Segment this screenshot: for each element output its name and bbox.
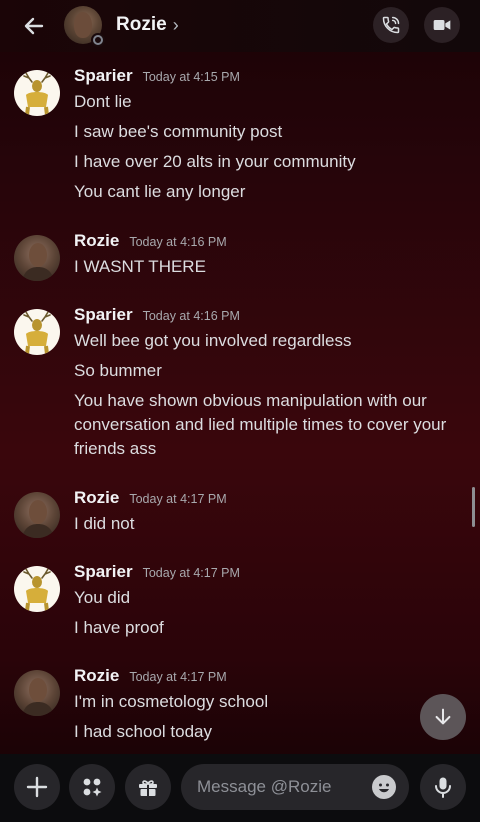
timestamp: Today at 4:16 PM [129,235,227,249]
message-text: I did not [74,514,135,533]
attach-button[interactable] [14,764,60,810]
message-text: conversation and lied multiple times to … [74,415,447,434]
gift-button[interactable] [125,764,171,810]
message-text: friends ass [74,439,157,458]
gift-icon [139,780,157,796]
message-text: You did [74,588,131,607]
arrow-left-icon [24,17,44,35]
chevron-right-icon: › [172,14,179,35]
phone-call-icon [382,16,400,34]
top-bar: Rozie › [0,0,480,52]
avatar[interactable] [14,235,60,281]
microphone-icon [435,777,451,798]
apps-button[interactable] [69,764,115,810]
timestamp: Today at 4:17 PM [142,566,240,580]
message-text: I'm in cosmetology school [74,692,269,711]
avatar[interactable] [14,566,60,612]
timestamp: Today at 4:17 PM [129,670,227,684]
page-title: Rozie [116,14,167,35]
message-text: So bummer [74,361,162,380]
author-name[interactable]: Sparier [74,562,133,582]
message-text: I WASNT THERE [74,257,206,276]
status-indicator [91,33,105,47]
author-name[interactable]: Rozie [74,231,119,251]
composer-bar [0,754,480,822]
emoji-button[interactable] [372,775,396,799]
author-line: Sparier Today at 4:15 PM [74,66,240,86]
emoji-icon [373,776,395,798]
message-text: I saw bee's community post [74,122,283,141]
avatar[interactable] [14,70,60,116]
author-line: Rozie Today at 4:17 PM [74,666,227,686]
message-list[interactable]: Sparier Today at 4:15 PM Dont lie I saw … [0,52,480,754]
profile-photo-icon [22,500,54,538]
message-text: You cant lie any longer [74,182,246,201]
message-text: You have shown obvious manipulation with… [74,391,427,410]
avatar[interactable] [14,309,60,355]
plus-icon [26,776,48,798]
scrollbar-thumb[interactable] [472,487,475,527]
deer-figure-icon [23,311,51,355]
author-line: Rozie Today at 4:17 PM [74,488,227,508]
profile-photo-icon [22,678,54,716]
jump-to-latest-button[interactable] [420,694,466,740]
message-text: I have proof [74,618,164,637]
deer-figure-icon [23,568,51,612]
author-name[interactable]: Sparier [74,66,133,86]
author-name[interactable]: Sparier [74,305,133,325]
apps-icon [83,778,102,797]
message-text: Well bee got you involved regardless [74,331,352,350]
header-title-button[interactable]: Rozie › [116,14,179,36]
timestamp: Today at 4:17 PM [129,492,227,506]
arrow-down-icon [435,708,451,725]
message-text: I had school today [74,722,212,741]
author-name[interactable]: Rozie [74,488,119,508]
voice-message-button[interactable] [420,764,466,810]
profile-photo-icon [22,243,54,281]
video-camera-icon [433,20,451,30]
timestamp: Today at 4:15 PM [142,70,240,84]
timestamp: Today at 4:16 PM [142,309,240,323]
avatar-face [74,12,92,38]
message-text: I have over 20 alts in your community [74,152,356,171]
message-text: Dont lie [74,92,132,111]
avatar[interactable] [14,670,60,716]
author-name[interactable]: Rozie [74,666,119,686]
author-line: Sparier Today at 4:17 PM [74,562,240,582]
author-line: Sparier Today at 4:16 PM [74,305,240,325]
deer-figure-icon [23,72,51,116]
dm-screen: Rozie › Sparier Today at 4:15 PM Dont li… [0,0,480,822]
avatar[interactable] [14,492,60,538]
voice-call-button[interactable] [373,7,409,43]
author-line: Rozie Today at 4:16 PM [74,231,227,251]
video-call-button[interactable] [424,7,460,43]
back-button[interactable] [18,10,50,42]
header-avatar[interactable] [64,6,105,47]
